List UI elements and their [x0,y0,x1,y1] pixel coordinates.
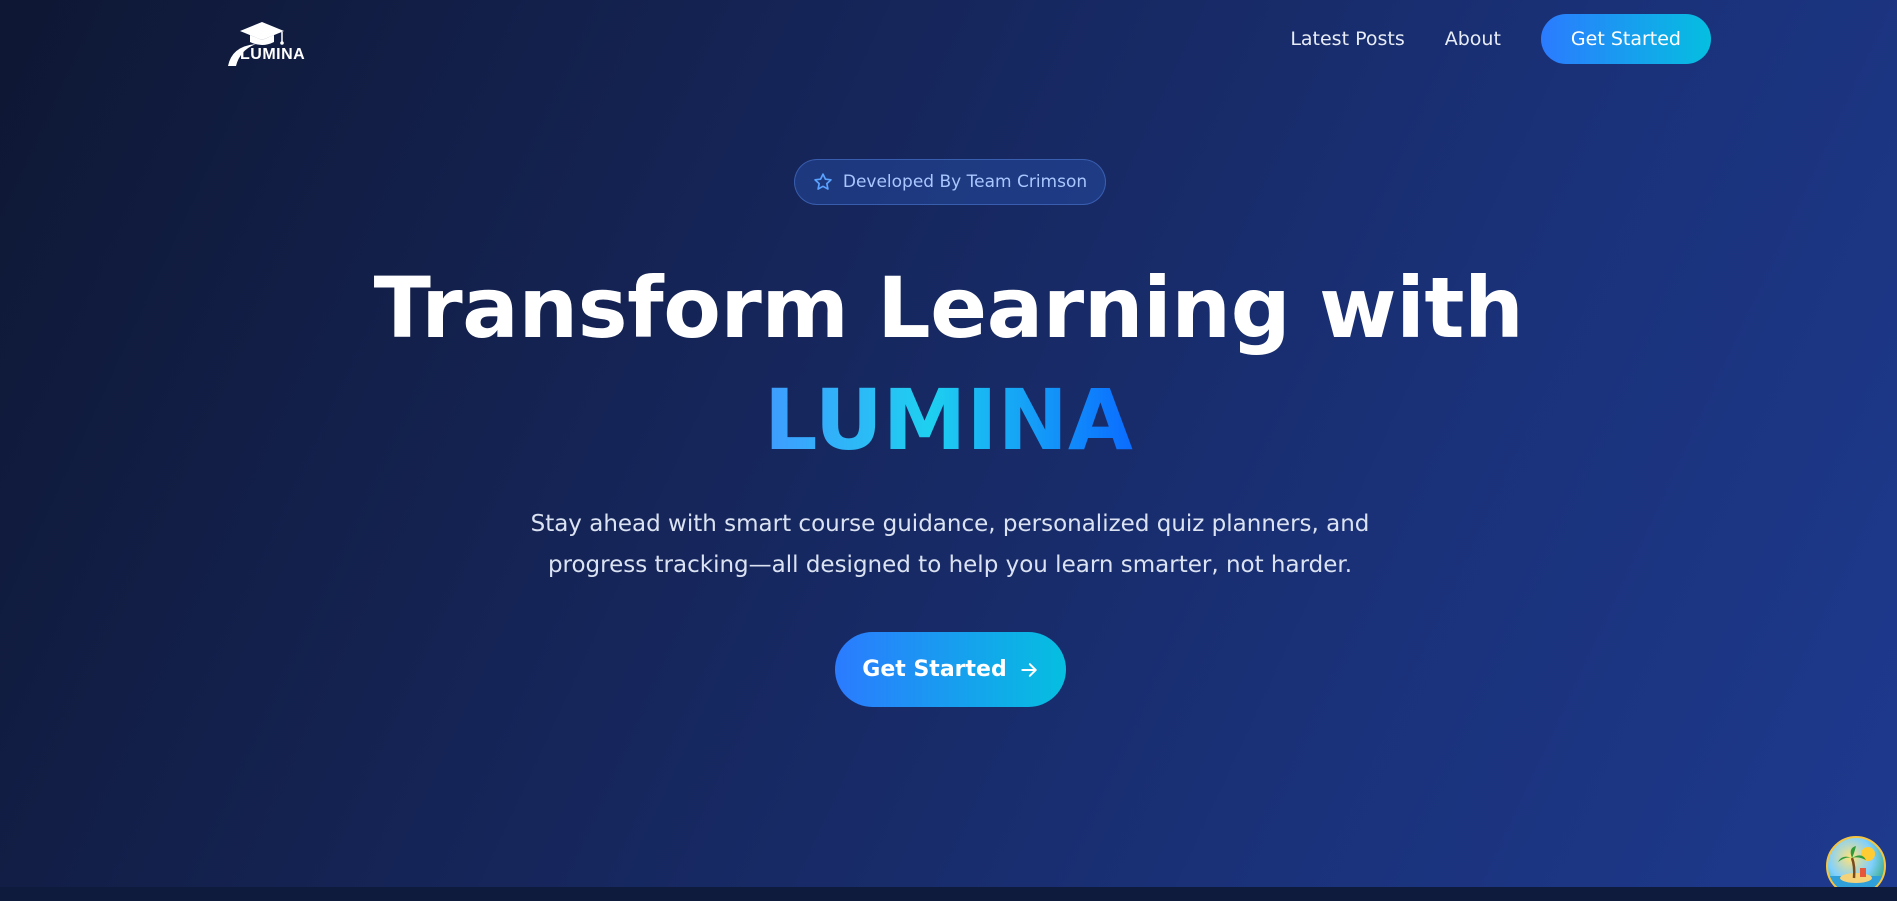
site-header: LUMINA Latest Posts About Get Started [0,0,1897,80]
logo[interactable]: LUMINA [226,18,310,68]
beach-island-icon [1828,846,1884,894]
subtitle-line-2: progress tracking—all designed to help y… [547,552,1353,578]
hero-get-started-button[interactable]: Get Started [835,632,1066,707]
header-get-started-button[interactable]: Get Started [1540,14,1711,64]
developer-badge: Developed By Team Crimson [794,159,1106,205]
badge-text: Developed By Team Crimson [842,172,1088,192]
star-icon [814,173,832,190]
hero-subtitle: Stay ahead with smart course guidance, p… [530,504,1370,586]
arrow-right-icon [1021,662,1037,677]
bottom-strip [0,887,1897,901]
brand-gradient-text: LUMINA [764,371,1133,469]
nav-link-about[interactable]: About [1445,28,1501,50]
hero-headline: Transform Learning with [373,259,1524,357]
subtitle-line-1: Stay ahead with smart course guidance, p… [530,511,1370,537]
cta-label: Get Started [862,657,1007,682]
logo-text: LUMINA [240,46,306,63]
nav-link-latest-posts[interactable]: Latest Posts [1290,28,1404,50]
hero-brand: LUMINA [0,370,1897,470]
main-nav: Latest Posts About Get Started [1290,14,1711,64]
